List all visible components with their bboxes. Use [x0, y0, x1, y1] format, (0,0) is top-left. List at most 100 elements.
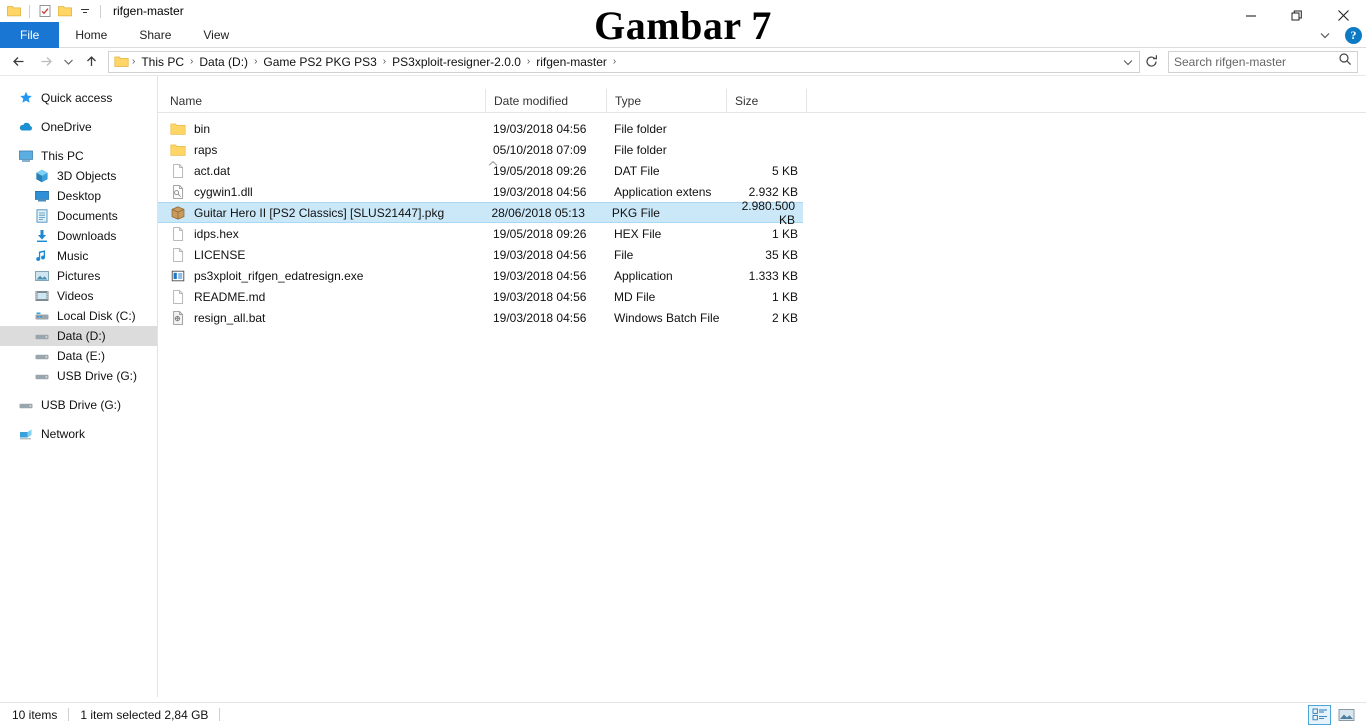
file-date-cell: 05/10/2018 07:09 — [493, 142, 587, 157]
help-glyph: ? — [1350, 27, 1357, 42]
forward-arrow-icon[interactable] — [32, 50, 58, 74]
sidebar-item-local-disk-c[interactable]: Local Disk (C:) — [0, 306, 157, 326]
music-note-icon — [34, 248, 50, 264]
table-row[interactable]: raps 05/10/2018 07:09 File folder — [158, 139, 1366, 160]
sidebar-item-3d-objects[interactable]: 3D Objects — [0, 166, 157, 186]
sidebar-item-pictures[interactable]: Pictures — [0, 266, 157, 286]
table-row[interactable]: ps3xploit_rifgen_edatresign.exe 19/03/20… — [158, 265, 1366, 286]
sidebar-item-downloads[interactable]: Downloads — [0, 226, 157, 246]
file-date-cell: 19/05/2018 09:26 — [493, 163, 587, 178]
sidebar-item-label: Documents — [57, 209, 118, 223]
tab-view[interactable]: View — [187, 22, 245, 48]
table-row[interactable]: Guitar Hero II [PS2 Classics] [SLUS21447… — [158, 199, 803, 227]
customize-dropdown-icon[interactable] — [77, 3, 93, 19]
table-row[interactable]: idps.hex 19/05/2018 09:26 HEX File 1 KB — [158, 223, 1366, 244]
recent-locations-icon[interactable] — [58, 50, 78, 74]
sidebar-item-music[interactable]: Music — [0, 246, 157, 266]
sidebar-item-label: OneDrive — [41, 120, 92, 134]
chevron-down-icon[interactable] — [1119, 56, 1137, 68]
file-date-cell: 19/03/2018 04:56 — [493, 184, 587, 199]
sidebar-item-onedrive[interactable]: OneDrive — [0, 117, 157, 137]
sidebar-item-label: Videos — [57, 289, 94, 303]
sidebar-item-usb-drive-g-child[interactable]: USB Drive (G:) — [0, 366, 157, 386]
chevron-down-icon[interactable] — [1315, 25, 1335, 45]
folder-icon[interactable] — [6, 3, 22, 19]
file-name-cell: act.dat — [158, 163, 485, 179]
column-header-size[interactable]: Size — [726, 89, 806, 113]
file-date-cell: 19/03/2018 04:56 — [493, 121, 587, 136]
up-arrow-icon[interactable] — [78, 50, 104, 74]
refresh-icon[interactable] — [1140, 51, 1162, 73]
breadcrumb-item-ps3xploit-resigner[interactable]: PS3xploit-resigner-2.0.0 — [387, 55, 526, 69]
sidebar-item-label: Downloads — [57, 229, 117, 243]
cube-icon — [34, 168, 50, 184]
search-input[interactable]: Search rifgen-master — [1168, 50, 1358, 73]
file-size-cell: 1.333 KB — [748, 268, 798, 283]
details-view-icon[interactable] — [1308, 704, 1331, 725]
sidebar-item-label: USB Drive (G:) — [41, 398, 122, 412]
ribbon-tab-bar: File Home Share View ? — [0, 22, 1366, 48]
sidebar-item-network[interactable]: Network — [0, 424, 157, 444]
file-type-cell: Application extens — [614, 184, 712, 199]
generic-file-icon — [170, 226, 186, 242]
table-row[interactable]: LICENSE 19/03/2018 04:56 File 35 KB — [158, 244, 1366, 265]
quick-access-toolbar — [6, 0, 104, 22]
table-row[interactable]: act.dat 19/05/2018 09:26 DAT File 5 KB — [158, 160, 1366, 181]
divider — [100, 4, 101, 18]
breadcrumb-item-this-pc[interactable]: This PC — [136, 55, 189, 69]
column-header-end-divider — [806, 89, 815, 113]
sidebar-item-label: Desktop — [57, 189, 102, 203]
file-name-cell: ps3xploit_rifgen_edatresign.exe — [158, 268, 485, 284]
sidebar-item-desktop[interactable]: Desktop — [0, 186, 157, 206]
table-row[interactable]: resign_all.bat 19/03/2018 04:56 Windows … — [158, 307, 1366, 328]
search-icon[interactable] — [1338, 52, 1352, 71]
sidebar-item-data-e[interactable]: Data (E:) — [0, 346, 157, 366]
dll-file-icon — [170, 184, 186, 200]
column-header-type[interactable]: Type — [606, 89, 726, 113]
properties-icon[interactable] — [37, 3, 53, 19]
file-name-label: README.md — [194, 289, 266, 304]
file-type-cell: MD File — [614, 289, 656, 304]
sidebar-item-documents[interactable]: Documents — [0, 206, 157, 226]
file-rows: bin 19/03/2018 04:56 File folder raps 05… — [158, 113, 1366, 328]
breadcrumb-item-game-ps2-pkg-ps3[interactable]: Game PS2 PKG PS3 — [258, 55, 381, 69]
new-folder-icon[interactable] — [57, 3, 73, 19]
title-bar: rifgen-master — [0, 0, 1366, 22]
file-date-cell: 19/03/2018 04:56 — [493, 310, 587, 325]
file-name-label: raps — [194, 142, 218, 157]
sidebar-item-videos[interactable]: Videos — [0, 286, 157, 306]
generic-file-icon — [170, 163, 186, 179]
breadcrumb[interactable]: › This PC › Data (D:) › Game PS2 PKG PS3… — [108, 50, 1140, 73]
column-header-date-modified[interactable]: Date modified — [485, 89, 606, 113]
sidebar-item-label: 3D Objects — [57, 169, 117, 183]
sidebar-item-this-pc[interactable]: This PC — [0, 146, 157, 166]
documents-icon — [34, 208, 50, 224]
sidebar-item-label: Network — [41, 427, 86, 441]
tab-share[interactable]: Share — [123, 22, 187, 48]
file-type-cell: HEX File — [614, 226, 662, 241]
batch-file-icon — [170, 310, 186, 326]
large-icons-view-icon[interactable] — [1335, 705, 1358, 725]
navigation-pane: Quick access OneDrive This PC 3D Objects… — [0, 76, 158, 697]
file-size-cell: 1 KB — [771, 289, 798, 304]
file-name-cell: resign_all.bat — [158, 310, 485, 326]
item-count-label: 10 items — [12, 707, 58, 722]
breadcrumb-item-data-d[interactable]: Data (D:) — [194, 55, 253, 69]
column-header-name[interactable]: Name — [158, 89, 485, 113]
table-row[interactable]: README.md 19/03/2018 04:56 MD File 1 KB — [158, 286, 1366, 307]
breadcrumb-separator: › — [612, 56, 617, 67]
back-arrow-icon[interactable] — [6, 50, 32, 74]
file-name-cell: idps.hex — [158, 226, 485, 242]
sidebar-item-quick-access[interactable]: Quick access — [0, 88, 157, 108]
file-type-cell: File folder — [614, 121, 667, 136]
help-icon[interactable]: ? — [1345, 26, 1362, 44]
tab-home[interactable]: Home — [59, 22, 123, 48]
drive-icon — [18, 397, 34, 413]
sidebar-item-usb-drive-g[interactable]: USB Drive (G:) — [0, 395, 157, 415]
table-row[interactable]: bin 19/03/2018 04:56 File folder — [158, 118, 1366, 139]
file-explorer-window: Gambar 7 rifgen-master File Home Share V… — [0, 0, 1366, 726]
sidebar-item-data-d[interactable]: Data (D:) — [0, 326, 157, 346]
tab-file[interactable]: File — [0, 22, 60, 48]
breadcrumb-item-rifgen-master[interactable]: rifgen-master — [531, 55, 612, 69]
